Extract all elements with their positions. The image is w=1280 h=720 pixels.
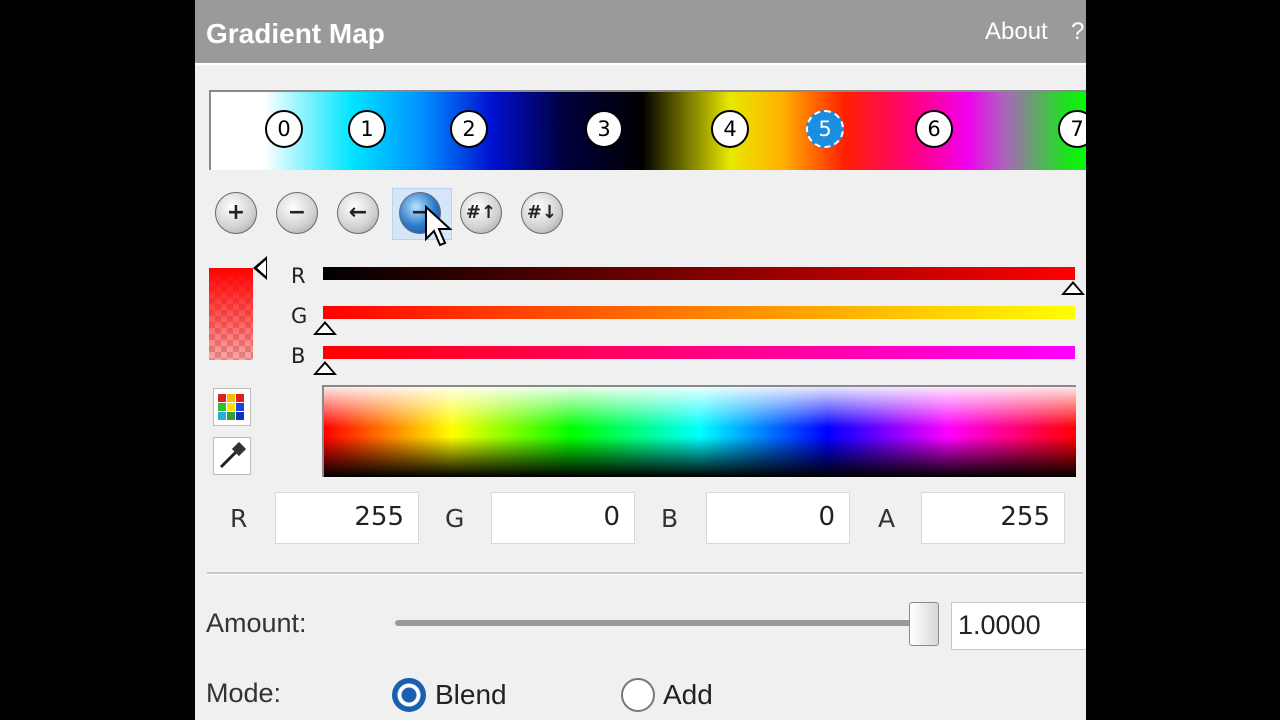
gradient-preview[interactable] <box>209 90 1086 170</box>
gradient-map-panel: Gradient Map About ? 0 1 2 3 4 5 6 7 + −… <box>195 0 1086 720</box>
help-link[interactable]: ? <box>1071 18 1084 46</box>
gradient-stop-6[interactable]: 6 <box>915 110 953 148</box>
blue-channel-bar[interactable] <box>323 346 1075 359</box>
amount-slider-track[interactable] <box>395 620 935 626</box>
red-value-input[interactable]: 255 <box>275 492 419 544</box>
remove-stop-button[interactable]: − <box>276 192 318 234</box>
blend-radio[interactable] <box>392 678 426 712</box>
mode-label: Mode: <box>206 678 282 708</box>
amount-label: Amount: <box>206 608 307 638</box>
mouse-cursor-icon <box>425 205 453 247</box>
red-channel-bar[interactable] <box>323 267 1075 280</box>
add-radio[interactable] <box>621 678 655 712</box>
blue-value-input[interactable]: 0 <box>706 492 850 544</box>
title-bar: Gradient Map About ? <box>195 0 1086 65</box>
color-spectrum-picker[interactable] <box>322 385 1076 477</box>
amount-slider-thumb[interactable] <box>909 602 939 646</box>
green-channel-bar[interactable] <box>323 306 1075 319</box>
gradient-stop-5[interactable]: 5 <box>806 110 844 148</box>
field-a-label: A <box>878 504 896 533</box>
field-b-label: B <box>661 504 679 533</box>
green-value-input[interactable]: 0 <box>491 492 635 544</box>
add-stop-button[interactable]: + <box>215 192 257 234</box>
gradient-stop-3[interactable]: 3 <box>585 110 623 148</box>
blend-radio-label[interactable]: Blend <box>435 679 507 711</box>
red-slider-handle[interactable] <box>1061 281 1085 295</box>
palette-icon[interactable] <box>213 388 251 426</box>
move-left-button[interactable]: ← <box>337 192 379 234</box>
add-radio-label[interactable]: Add <box>663 679 713 711</box>
panel-title: Gradient Map <box>206 18 385 49</box>
gradient-stop-1[interactable]: 1 <box>348 110 386 148</box>
gradient-stop-4[interactable]: 4 <box>711 110 749 148</box>
about-link[interactable]: About <box>985 18 1048 46</box>
blue-channel-label: B <box>291 344 306 368</box>
eyedropper-icon[interactable] <box>213 437 251 475</box>
section-divider <box>207 572 1083 575</box>
split-up-button[interactable]: #↑ <box>460 192 502 234</box>
gradient-stop-0[interactable]: 0 <box>265 110 303 148</box>
current-color-swatch[interactable] <box>209 268 253 360</box>
amount-input[interactable]: 1.0000 <box>951 602 1086 650</box>
alpha-value-input[interactable]: 255 <box>921 492 1065 544</box>
field-g-label: G <box>445 504 465 533</box>
red-channel-label: R <box>291 264 306 288</box>
split-down-button[interactable]: #↓ <box>521 192 563 234</box>
gradient-stop-2[interactable]: 2 <box>450 110 488 148</box>
green-slider-handle[interactable] <box>313 321 337 335</box>
green-channel-label: G <box>291 304 308 328</box>
field-r-label: R <box>230 504 248 533</box>
blue-slider-handle[interactable] <box>313 361 337 375</box>
